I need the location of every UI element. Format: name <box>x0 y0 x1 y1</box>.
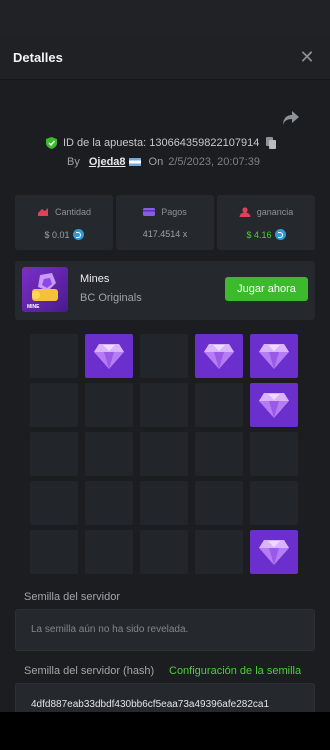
game-provider: BC Originals <box>80 292 142 304</box>
game-thumbnail[interactable]: MINE <box>22 267 68 312</box>
username-link[interactable]: Ojeda8 <box>89 156 126 168</box>
mine-tile-gem <box>250 530 298 574</box>
profit-value: $ 4.16 <box>246 229 272 240</box>
details-content: ID de la apuesta: 130664359822107914 By … <box>0 80 330 717</box>
top-bar <box>0 0 330 36</box>
gem-icon <box>259 540 289 565</box>
close-icon[interactable]: ✕ <box>298 48 316 66</box>
game-name: Mines <box>80 273 110 285</box>
amount-label: Cantidad <box>54 207 92 217</box>
gem-icon <box>204 344 234 369</box>
mine-tile <box>85 432 133 476</box>
seed-config-link[interactable]: Configuración de la semilla <box>169 665 301 677</box>
share-icon[interactable] <box>282 110 300 126</box>
copy-icon[interactable] <box>266 137 277 149</box>
card-icon <box>143 208 156 216</box>
mine-tile <box>140 334 188 378</box>
gem-icon <box>94 344 124 369</box>
mine-tile-gem <box>85 334 133 378</box>
payout-value: 417.4514 x <box>142 229 188 239</box>
page-title: Detalles <box>13 50 63 65</box>
bet-id: ID de la apuesta: 130664359822107914 <box>63 137 260 149</box>
by-label: By <box>67 156 80 168</box>
stat-profit: ganancia $ 4.16 <box>217 195 315 250</box>
mine-tile <box>195 383 243 427</box>
server-seed-field: La semilla aún no ha sido revelada. <box>15 609 315 651</box>
coin-icon <box>72 229 84 240</box>
mine-tile <box>140 432 188 476</box>
mine-tile-gem <box>250 383 298 427</box>
mine-tile <box>85 383 133 427</box>
gem-icon <box>259 344 289 369</box>
svg-text:MINE: MINE <box>27 304 40 310</box>
mine-tile <box>140 481 188 525</box>
mine-tile <box>30 432 78 476</box>
payout-label: Pagos <box>161 207 187 217</box>
coin-icon <box>274 229 286 240</box>
mine-tile <box>140 530 188 574</box>
mine-tile <box>195 481 243 525</box>
amount-value: $ 0.01 <box>44 229 70 240</box>
mine-tile <box>250 481 298 525</box>
stat-payout: Pagos 417.4514 x <box>116 195 214 250</box>
bet-meta-row: By Ojeda8 On 2/5/2023, 20:07:39 <box>67 154 260 170</box>
mine-tile <box>30 334 78 378</box>
stat-amount: Cantidad $ 0.01 <box>15 195 113 250</box>
mines-logo-icon: MINE <box>27 273 58 310</box>
bottom-bar <box>0 712 330 750</box>
bet-id-row: ID de la apuesta: 130664359822107914 <box>46 135 277 151</box>
mine-tile-gem <box>195 334 243 378</box>
server-seed-hash-label: Semilla del servidor (hash) <box>24 665 155 677</box>
server-seed-label: Semilla del servidor <box>24 591 120 603</box>
game-card: MINE Mines BC Originals Jugar ahora <box>15 261 315 320</box>
mine-tile <box>30 530 78 574</box>
details-header: Detalles ✕ <box>0 36 330 80</box>
mine-tile <box>250 432 298 476</box>
mine-tile <box>30 383 78 427</box>
mine-tile <box>85 481 133 525</box>
argentina-flag-icon <box>128 158 141 166</box>
bet-date: 2/5/2023, 20:07:39 <box>168 156 260 168</box>
play-now-button[interactable]: Jugar ahora <box>225 277 308 301</box>
mine-tile <box>85 530 133 574</box>
gem-icon <box>259 393 289 418</box>
mine-tile <box>195 530 243 574</box>
profit-icon <box>239 207 251 217</box>
mine-tile <box>195 432 243 476</box>
mine-tile-gem <box>250 334 298 378</box>
shield-check-icon <box>46 137 57 149</box>
on-label: On <box>148 156 164 168</box>
mine-tile <box>30 481 78 525</box>
mine-tile <box>140 383 188 427</box>
amount-icon <box>37 208 48 216</box>
profit-label: ganancia <box>256 207 294 217</box>
